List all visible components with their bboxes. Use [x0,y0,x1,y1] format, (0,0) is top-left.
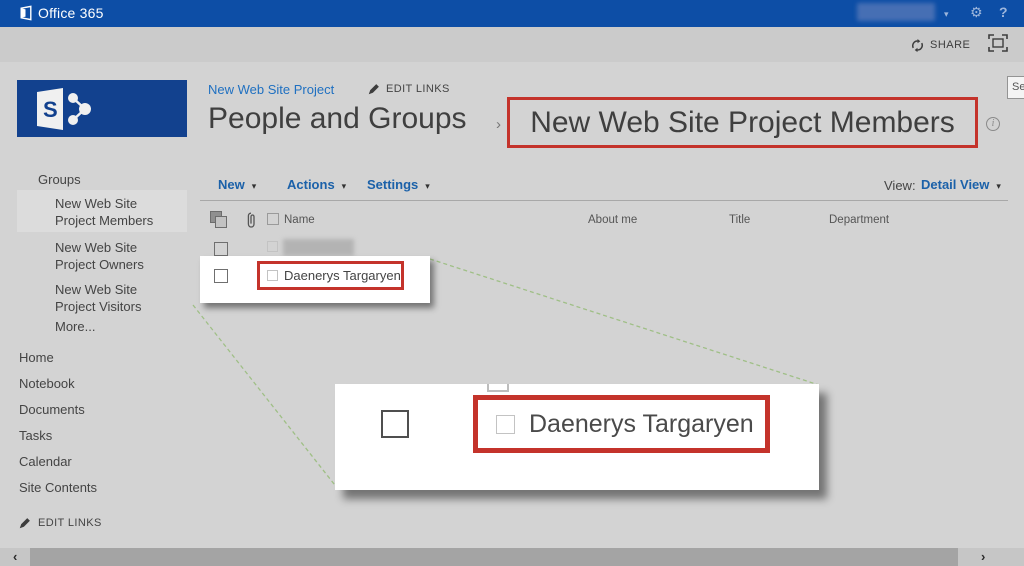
toolbar-divider [200,200,1008,201]
clipped-checkbox [487,384,509,392]
chevron-down-icon: ▾ [996,181,1001,191]
zoom-callout-panel: Daenerys Targaryen [335,384,819,490]
share-icon [910,38,925,53]
edit-links-top-label: EDIT LINKS [386,83,450,95]
sidebar-item-site-contents[interactable]: Site Contents [19,480,97,495]
column-header-title[interactable]: Title [729,214,750,226]
column-header-department[interactable]: Department [829,214,889,226]
focus-on-content-icon[interactable] [988,34,1008,52]
info-icon[interactable]: i [986,117,1000,131]
table-row-name-link[interactable]: Daenerys Targaryen [284,268,401,283]
pencil-icon [368,84,379,95]
page-title-current: New Web Site Project Members [530,105,955,139]
view-label: View: [884,178,916,193]
share-label: SHARE [930,39,971,51]
edit-links-top-button[interactable]: EDIT LINKS [368,83,450,95]
scroll-left-icon[interactable]: ‹ [13,549,17,564]
menu-new[interactable]: New ▾ [218,177,256,192]
chevron-down-icon: ▾ [251,181,257,191]
chevron-down-icon: ▾ [341,181,347,191]
edit-links-sidebar-button[interactable]: EDIT LINKS [19,517,102,529]
paperclip-icon[interactable] [245,211,257,229]
callout-row-checkbox [381,410,409,438]
sidebar-item-home[interactable]: Home [19,350,54,365]
annotation-box-title: New Web Site Project Members [507,97,978,148]
sharepoint-logo[interactable]: S [17,80,187,137]
row-checkbox[interactable] [214,269,228,283]
chevron-down-icon: ▾ [425,181,430,191]
title-separator: › [496,116,501,133]
view-selector[interactable]: Detail View ▾ [921,177,1001,192]
share-button[interactable]: SHARE [910,35,970,55]
sidebar-item-more[interactable]: More... [55,318,180,335]
scrollbar-thumb[interactable] [30,548,958,566]
search-input[interactable]: Se [1007,76,1024,99]
header-checkbox[interactable] [267,213,279,225]
column-header-name[interactable]: Name [284,214,315,226]
office-365-brand[interactable]: Office 365 [38,5,104,21]
menu-settings[interactable]: Settings ▾ [367,177,430,192]
user-menu-caret-icon[interactable]: ▾ [944,9,949,20]
breadcrumb-site-link[interactable]: New Web Site Project [208,82,334,97]
pencil-icon [19,518,30,529]
office-365-logo-icon [18,5,34,21]
page-title-section[interactable]: People and Groups [208,102,467,136]
select-all-icon[interactable] [210,211,228,229]
sidebar-groups-heading: Groups [38,172,81,187]
sidebar-item-project-owners[interactable]: New Web Site Project Owners [55,239,180,273]
ribbon-bar: SHARE [0,27,1024,62]
annotation-box-name-large: Daenerys Targaryen [473,395,770,453]
annotation-box-name-small: Daenerys Targaryen [257,261,404,290]
user-name-redacted[interactable] [857,3,935,21]
callout-presence-checkbox [496,414,515,434]
edit-links-sidebar-label: EDIT LINKS [38,517,102,529]
sharepoint-logo-icon: S [37,87,91,130]
sidebar-item-project-members[interactable]: New Web Site Project Members [55,195,180,229]
row-checkbox[interactable] [214,242,228,256]
suite-bar: Office 365 ▾ ⚙ ? [0,0,1024,27]
callout-name-text: Daenerys Targaryen [529,409,754,438]
highlight-panel-small: Daenerys Targaryen [200,256,430,303]
column-header-about-me[interactable]: About me [588,214,637,226]
sidebar-item-documents[interactable]: Documents [19,402,85,417]
svg-text:S: S [43,97,58,122]
presence-checkbox [267,270,278,281]
menu-actions[interactable]: Actions ▾ [287,177,346,192]
sidebar-item-notebook[interactable]: Notebook [19,376,75,391]
presence-checkbox [267,241,278,252]
scroll-right-icon[interactable]: › [981,549,985,564]
table-row-name-redacted[interactable] [283,239,354,256]
sidebar-item-tasks[interactable]: Tasks [19,428,52,443]
sidebar-item-project-visitors[interactable]: New Web Site Project Visitors [55,281,180,315]
horizontal-scrollbar[interactable]: ‹ › [0,548,1024,566]
gear-icon[interactable]: ⚙ [970,4,983,21]
help-icon[interactable]: ? [999,4,1008,20]
sidebar-item-calendar[interactable]: Calendar [19,454,72,469]
